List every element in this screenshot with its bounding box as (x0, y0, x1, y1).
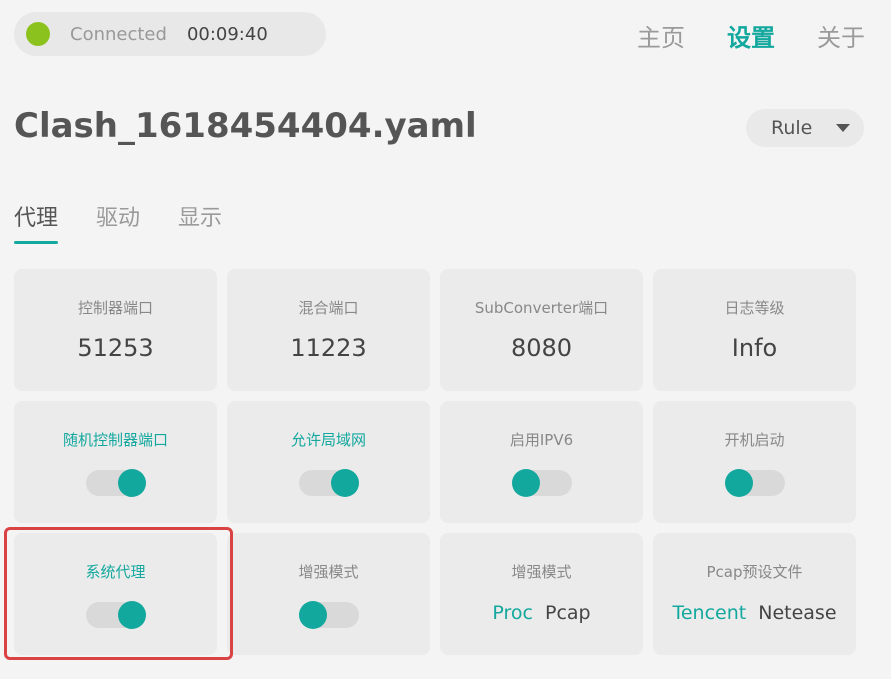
enhance-mode-options: Proc Pcap (492, 602, 590, 624)
card-label: Pcap预设文件 (706, 563, 803, 581)
card-label: 开机启动 (724, 431, 785, 449)
pcap-preset-card: Pcap预设文件 Tencent Netease (653, 533, 856, 655)
auto-start-toggle[interactable] (724, 469, 785, 497)
status-text: Connected (70, 23, 167, 45)
system-proxy-toggle[interactable] (85, 601, 146, 629)
auto-start-card: 开机启动 (653, 401, 856, 523)
config-filename: Clash_1618454404.yaml (14, 106, 477, 146)
toggle-knob (298, 601, 327, 629)
mixed-port-value: 11223 (290, 334, 367, 362)
log-level-card[interactable]: 日志等级 Info (653, 269, 856, 391)
option-pcap[interactable]: Pcap (545, 602, 591, 624)
card-label: SubConverter端口 (474, 299, 609, 317)
status-indicator-dot (26, 22, 50, 46)
settings-grid: 控制器端口 51253 混合端口 11223 SubConverter端口 80… (14, 269, 856, 655)
tab-display[interactable]: 显示 (178, 200, 222, 244)
proxy-mode-value: Rule (771, 117, 813, 139)
tab-proxy[interactable]: 代理 (14, 200, 59, 244)
connection-timer: 00:09:40 (186, 23, 268, 45)
card-label: 增强模式 (298, 563, 359, 581)
card-label: 控制器端口 (77, 299, 153, 317)
card-label: 日志等级 (724, 299, 785, 317)
random-controller-port-card: 随机控制器端口 (14, 401, 217, 523)
toggle-knob (330, 469, 359, 497)
nav-home[interactable]: 主页 (637, 18, 685, 53)
option-netease[interactable]: Netease (758, 602, 836, 624)
allow-lan-card: 允许局域网 (227, 401, 430, 523)
card-label: 随机控制器端口 (62, 431, 168, 449)
nav-about[interactable]: 关于 (817, 18, 865, 53)
enhance-mode-toggle[interactable] (298, 601, 359, 629)
option-proc[interactable]: Proc (492, 602, 533, 624)
card-label: 系统代理 (85, 563, 146, 581)
card-label: 允许局域网 (290, 431, 366, 449)
toggle-knob (511, 469, 540, 497)
option-tencent[interactable]: Tencent (672, 602, 746, 624)
card-label: 启用IPV6 (509, 431, 574, 449)
enhance-mode-toggle-card: 增强模式 (227, 533, 430, 655)
card-label: 混合端口 (298, 299, 359, 317)
subconverter-port-card[interactable]: SubConverter端口 8080 (440, 269, 643, 391)
proxy-mode-select[interactable]: Rule (746, 109, 864, 147)
enable-ipv6-card: 启用IPV6 (440, 401, 643, 523)
controller-port-card[interactable]: 控制器端口 51253 (14, 269, 217, 391)
pcap-preset-options: Tencent Netease (672, 602, 836, 624)
enable-ipv6-toggle[interactable] (511, 469, 572, 497)
subconverter-port-value: 8080 (510, 334, 573, 362)
settings-tabs: 代理 驱动 显示 (14, 200, 222, 244)
top-nav: 主页 设置 关于 (637, 18, 865, 53)
tab-driver[interactable]: 驱动 (96, 200, 140, 244)
toggle-knob (724, 469, 753, 497)
connection-status: Connected 00:09:40 (14, 12, 326, 56)
controller-port-value: 51253 (77, 334, 154, 362)
chevron-down-icon (836, 124, 850, 132)
log-level-value: Info (731, 334, 778, 362)
system-proxy-card: 系统代理 (14, 533, 217, 655)
nav-settings[interactable]: 设置 (727, 18, 775, 53)
allow-lan-toggle[interactable] (298, 469, 359, 497)
card-label: 增强模式 (511, 563, 572, 581)
mixed-port-card[interactable]: 混合端口 11223 (227, 269, 430, 391)
toggle-knob (117, 601, 146, 629)
toggle-knob (117, 469, 146, 497)
random-controller-port-toggle[interactable] (85, 469, 146, 497)
enhance-mode-card: 增强模式 Proc Pcap (440, 533, 643, 655)
